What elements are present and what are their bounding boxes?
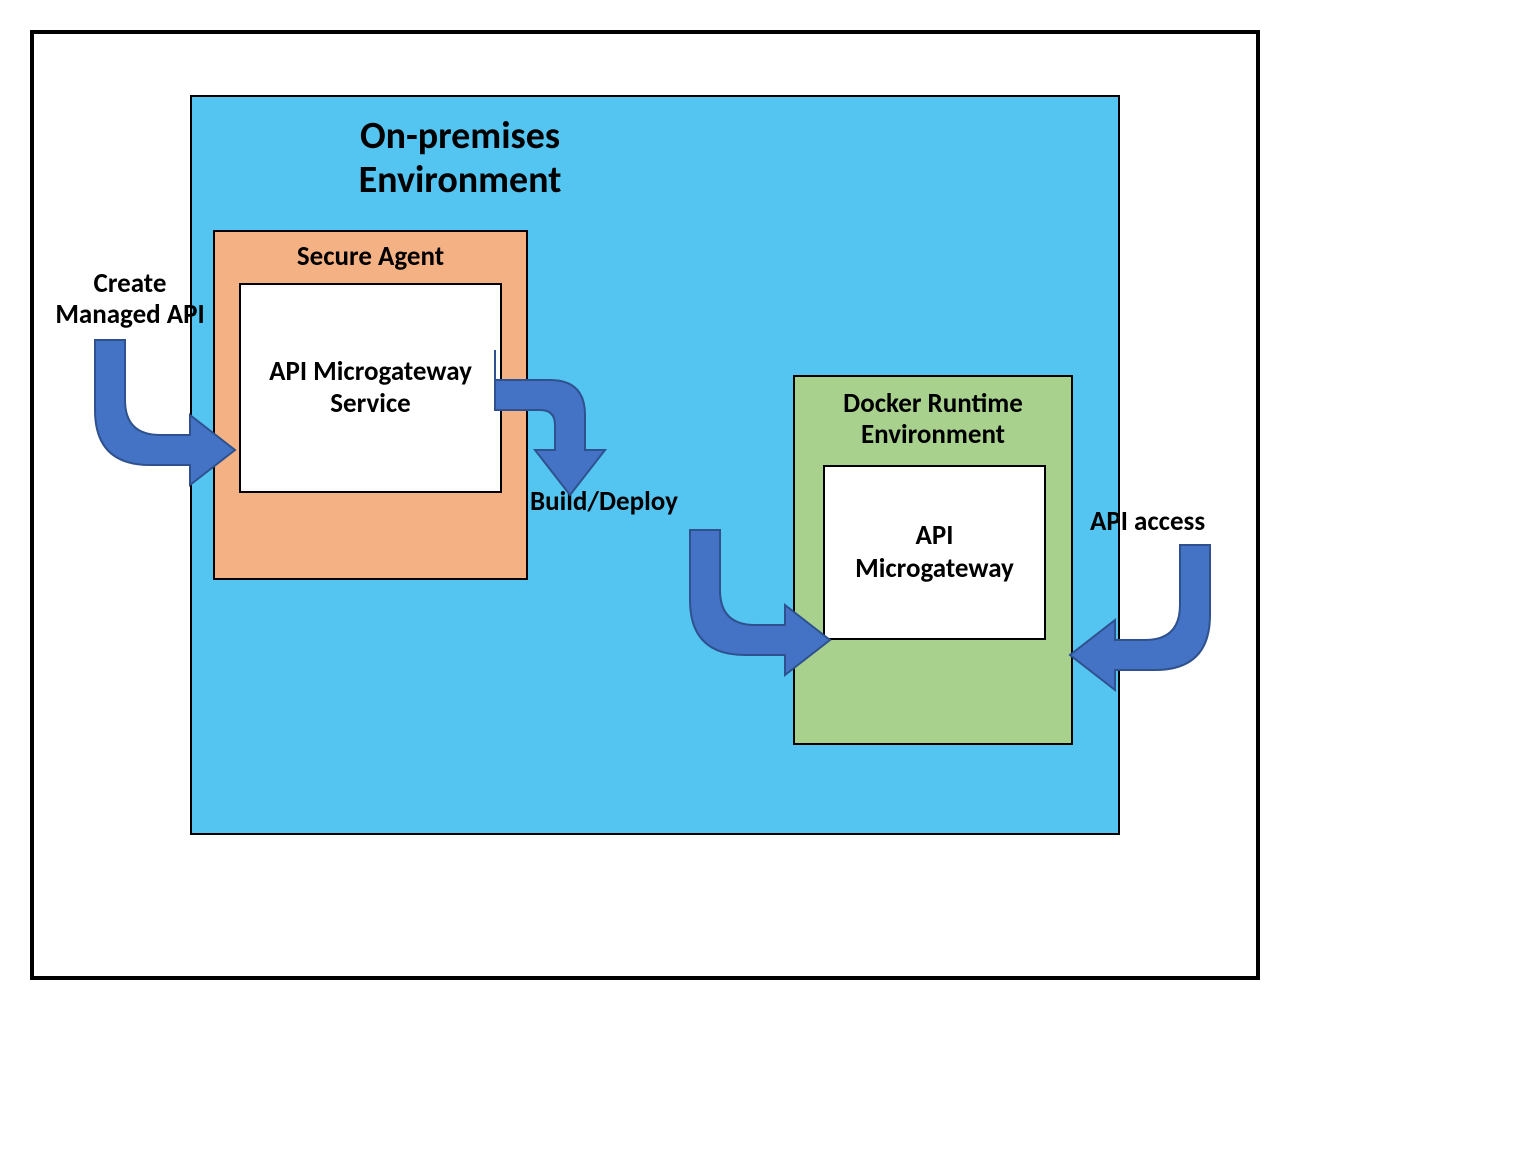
secure-agent-title: Secure Agent (213, 240, 528, 273)
create-managed-api-label: Create Managed API (45, 268, 215, 330)
arrow-agent-to-build-icon (495, 350, 645, 510)
diagram-canvas: On-premises Environment Secure Agent API… (0, 0, 1518, 1156)
api-microgateway-service-box: API Microgateway Service (239, 283, 502, 493)
api-microgateway-label: API Microgateway (835, 520, 1034, 585)
on-premises-environment-title: On-premises Environment (260, 115, 660, 202)
arrow-create-to-agent-icon (85, 340, 245, 490)
arrow-build-to-gateway-icon (680, 530, 840, 680)
api-microgateway-service-label: API Microgateway Service (251, 356, 490, 421)
api-access-label: API access (1090, 505, 1205, 538)
docker-runtime-title: Docker Runtime Environment (793, 388, 1073, 450)
api-microgateway-box: API Microgateway (823, 465, 1046, 640)
arrow-access-to-gateway-icon (1060, 545, 1220, 695)
